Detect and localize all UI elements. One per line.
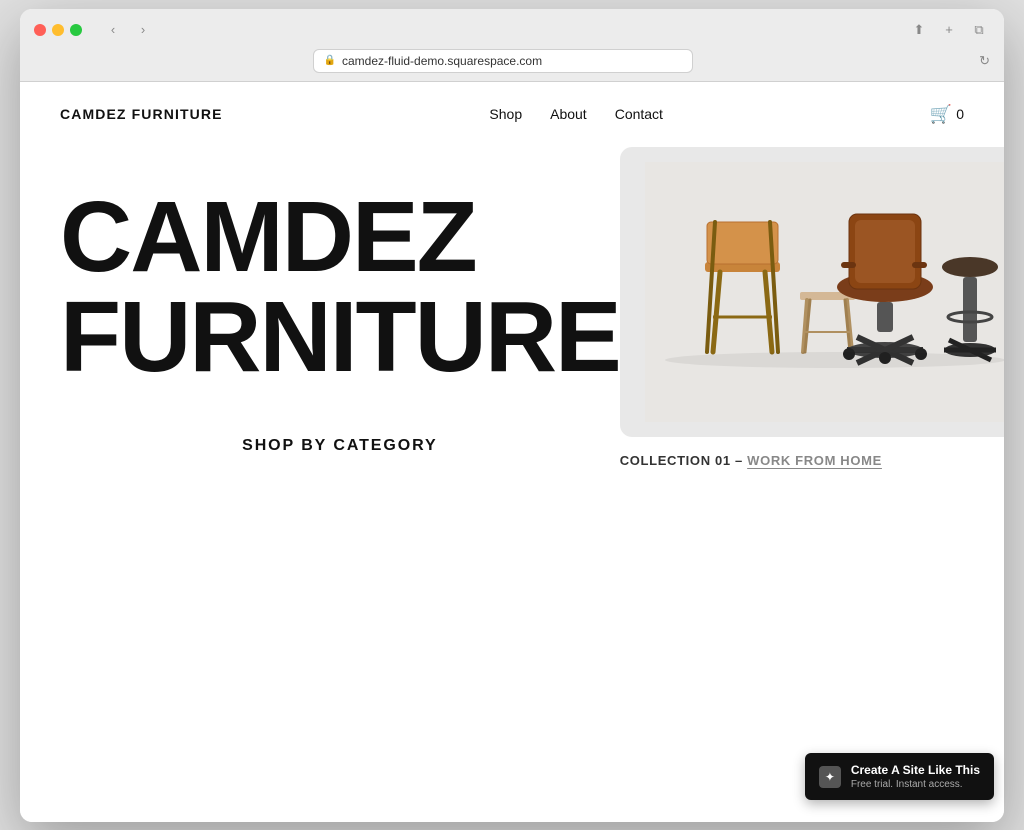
hero-right: COLLECTION 01 – WORK FROM HOME xyxy=(620,147,1004,468)
cart-count: 0 xyxy=(956,106,964,122)
browser-window: ‹ › ⬆ + ⧉ 🔒 camdez-fluid-demo.squarespac… xyxy=(20,9,1004,822)
address-bar[interactable]: 🔒 camdez-fluid-demo.squarespace.com xyxy=(313,49,693,73)
badge-text: Create A Site Like This Free trial. Inst… xyxy=(851,763,980,790)
refresh-button[interactable]: ↻ xyxy=(979,53,990,69)
traffic-lights xyxy=(34,24,82,36)
badge-main-text: Create A Site Like This xyxy=(851,763,980,779)
maximize-button[interactable] xyxy=(70,24,82,36)
nav-contact[interactable]: Contact xyxy=(615,106,663,122)
cart-icon: 🛒 xyxy=(930,104,952,125)
shop-category-section: SHOP BY CATEGORY xyxy=(60,407,620,475)
cart-button[interactable]: 🛒 0 xyxy=(930,104,964,125)
hero-layout: CAMDEZ FURNITURE SHOP BY CATEGORY xyxy=(60,147,964,475)
forward-button[interactable]: › xyxy=(132,19,154,41)
browser-titlebar: ‹ › ⬆ + ⧉ xyxy=(34,19,990,41)
browser-nav: ‹ › xyxy=(102,19,154,41)
squarespace-logo-icon: ✦ xyxy=(819,766,841,788)
collection-image[interactable] xyxy=(620,147,1004,437)
lock-icon: 🔒 xyxy=(324,55,336,66)
shop-category-title: SHOP BY CATEGORY xyxy=(60,437,620,455)
url-text: camdez-fluid-demo.squarespace.com xyxy=(342,54,542,68)
nav-shop[interactable]: Shop xyxy=(489,106,522,122)
big-heading: CAMDEZ FURNITURE xyxy=(60,187,620,387)
address-bar-row: 🔒 camdez-fluid-demo.squarespace.com ↻ xyxy=(34,49,990,81)
back-button[interactable]: ‹ xyxy=(102,19,124,41)
close-button[interactable] xyxy=(34,24,46,36)
nav-about[interactable]: About xyxy=(550,106,587,122)
browser-chrome: ‹ › ⬆ + ⧉ 🔒 camdez-fluid-demo.squarespac… xyxy=(20,9,1004,82)
share-button[interactable]: ⬆ xyxy=(908,19,930,41)
badge-sub-text: Free trial. Instant access. xyxy=(851,779,980,790)
squarespace-badge[interactable]: ✦ Create A Site Like This Free trial. In… xyxy=(805,753,994,800)
main-nav: Shop About Contact xyxy=(489,106,663,122)
collection-caption: COLLECTION 01 – WORK FROM HOME xyxy=(620,453,882,468)
window-controls: ⬆ + ⧉ xyxy=(908,19,990,41)
new-tab-button[interactable]: + xyxy=(938,19,960,41)
site-content: CAMDEZ FURNITURE Shop About Contact 🛒 0 … xyxy=(20,82,1004,822)
collection-link[interactable]: WORK FROM HOME xyxy=(747,453,882,468)
left-content: CAMDEZ FURNITURE SHOP BY CATEGORY xyxy=(60,147,620,475)
site-logo: CAMDEZ FURNITURE xyxy=(60,106,223,122)
minimize-button[interactable] xyxy=(52,24,64,36)
chairs-illustration xyxy=(645,162,1004,422)
site-header: CAMDEZ FURNITURE Shop About Contact 🛒 0 xyxy=(20,82,1004,147)
duplicate-button[interactable]: ⧉ xyxy=(968,19,990,41)
main-content: CAMDEZ FURNITURE SHOP BY CATEGORY xyxy=(20,147,1004,515)
